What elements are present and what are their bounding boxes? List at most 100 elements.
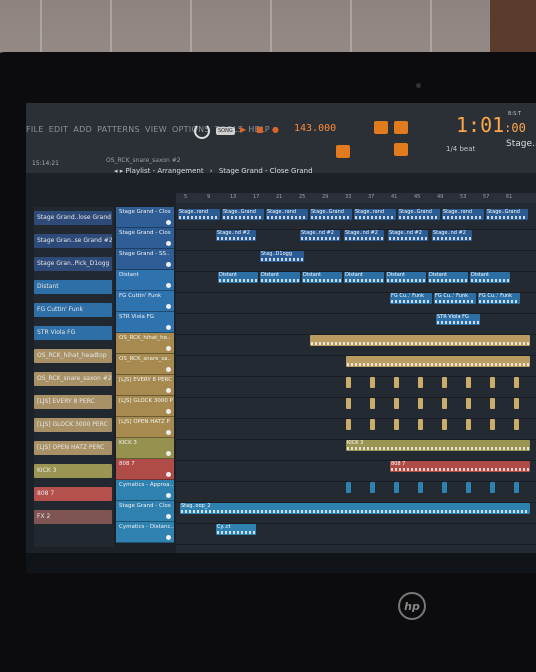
typing-keyboard-icon[interactable] xyxy=(394,121,408,134)
track-mute-icon[interactable] xyxy=(166,409,171,414)
channel-button[interactable]: [LJS] OPEN HATZ PERC xyxy=(34,441,112,455)
track-mute-icon[interactable] xyxy=(166,388,171,393)
track-mute-icon[interactable] xyxy=(166,241,171,246)
pattern-hit[interactable] xyxy=(418,482,423,493)
metronome-icon[interactable] xyxy=(194,123,210,139)
pattern-hit[interactable] xyxy=(346,419,351,430)
channel-button[interactable]: FG Cuttin' Funk xyxy=(34,303,112,317)
tempo-display[interactable]: 143.000 xyxy=(294,123,336,134)
channel-button[interactable]: FX 2 xyxy=(34,510,112,524)
channel-button[interactable]: Stage Grand..lose Grand xyxy=(34,211,112,225)
track-mute-icon[interactable] xyxy=(166,220,171,225)
playlist-clip[interactable]: Distant xyxy=(344,272,384,283)
playlist-clip[interactable]: Distant xyxy=(302,272,342,283)
playlist-clip[interactable]: Stag..oop_2 xyxy=(180,503,530,514)
channel-button[interactable]: [LJS] EVERY 8 PERC xyxy=(34,395,112,409)
timeline-ruler[interactable]: 5 9 13 17 21 25 29 33 37 41 45 49 53 57 61 xyxy=(176,193,536,203)
playlist-arrow-icon[interactable]: ◂ ▸ xyxy=(114,167,123,175)
channel-button[interactable]: OS_RCK_hihat_headtop xyxy=(34,349,112,363)
playlist-clip[interactable]: FG Cu..' Funk xyxy=(390,293,432,304)
pattern-hit[interactable] xyxy=(466,377,471,388)
playlist-clip[interactable]: Distant xyxy=(428,272,468,283)
track-header[interactable]: OS_RCK_hihat_he.. xyxy=(116,333,174,354)
playlist-clip[interactable]: KICK 3 xyxy=(346,440,530,451)
playlist-clip[interactable]: Stag..D1ogg xyxy=(260,251,304,262)
track-header[interactable]: [LJS] OPEN HATZ P xyxy=(116,417,174,438)
track-header[interactable]: FG Cuttin' Funk xyxy=(116,291,174,312)
snap-selector[interactable]: 1/4 beat xyxy=(446,145,475,153)
playlist-clip[interactable] xyxy=(310,335,530,346)
playlist-clip[interactable]: Stage..rand xyxy=(266,209,308,220)
playlist-clip[interactable]: Distant xyxy=(218,272,258,283)
track-mute-icon[interactable] xyxy=(166,535,171,540)
playlist-clip[interactable]: Stage..Grand xyxy=(310,209,352,220)
channel-button[interactable]: Stage Gran..se Grand #2 xyxy=(34,234,112,248)
track-header[interactable]: Stage Grand - Clos xyxy=(116,228,174,249)
pattern-hit[interactable] xyxy=(490,419,495,430)
play-icon[interactable]: ▶ xyxy=(240,125,246,134)
playlist-lane[interactable] xyxy=(176,480,536,503)
playlist-clip[interactable]: Stage..Grand xyxy=(486,209,528,220)
pattern-hit[interactable] xyxy=(514,377,519,388)
track-header[interactable]: Cymatics - Distanc.. xyxy=(116,522,174,543)
playlist-clip[interactable]: Distant xyxy=(470,272,510,283)
playlist-clip[interactable]: Stage..rand xyxy=(178,209,220,220)
track-header[interactable]: STR Viola FG xyxy=(116,312,174,333)
pattern-hit[interactable] xyxy=(514,482,519,493)
record-icon[interactable]: ● xyxy=(272,125,279,134)
track-header[interactable]: [LJS] GLOCK 3000 P xyxy=(116,396,174,417)
playlist-clip[interactable]: Stage..Grand xyxy=(398,209,440,220)
playlist-clip[interactable]: Distant xyxy=(386,272,426,283)
pattern-hit[interactable] xyxy=(466,419,471,430)
track-mute-icon[interactable] xyxy=(166,283,171,288)
pattern-hit[interactable] xyxy=(466,398,471,409)
channel-button[interactable]: Distant xyxy=(34,280,112,294)
pattern-mode-icon[interactable] xyxy=(374,121,388,134)
channel-button[interactable]: OS_RCK_snare_saxon #2 xyxy=(34,372,112,386)
pattern-hit[interactable] xyxy=(442,482,447,493)
song-mode-button[interactable]: SONG xyxy=(216,127,235,135)
playlist-clip[interactable]: FG Cu..' Funk xyxy=(478,293,520,304)
track-header[interactable]: Stage Grand - SS.. xyxy=(116,249,174,270)
track-header[interactable]: Stage Grand - Clos xyxy=(116,501,174,522)
playlist-lane[interactable] xyxy=(176,375,536,398)
pattern-hit[interactable] xyxy=(442,398,447,409)
menu-item-add[interactable]: ADD xyxy=(73,125,92,139)
track-mute-icon[interactable] xyxy=(166,451,171,456)
track-mute-icon[interactable] xyxy=(166,430,171,435)
track-header[interactable]: Distant xyxy=(116,270,174,291)
pattern-hit[interactable] xyxy=(346,377,351,388)
channel-button[interactable]: 808 7 xyxy=(34,487,112,501)
track-header[interactable]: 808 7 xyxy=(116,459,174,480)
track-mute-icon[interactable] xyxy=(166,325,171,330)
step-edit-icon[interactable] xyxy=(336,145,350,158)
track-mute-icon[interactable] xyxy=(166,367,171,372)
playlist-clip[interactable]: Stage..nd #2 xyxy=(388,230,428,241)
pattern-hit[interactable] xyxy=(418,398,423,409)
channel-button[interactable]: STR Viola FG xyxy=(34,326,112,340)
track-header[interactable]: [LJS] EVERY 8 PERC xyxy=(116,375,174,396)
blend-notes-icon[interactable] xyxy=(394,143,408,156)
pattern-hit[interactable] xyxy=(418,377,423,388)
playlist-clip[interactable]: FG Cu..' Funk xyxy=(434,293,476,304)
channel-button[interactable]: KICK 3 xyxy=(34,464,112,478)
playlist-clip[interactable]: 808 7 xyxy=(390,461,530,472)
pattern-hit[interactable] xyxy=(370,419,375,430)
track-mute-icon[interactable] xyxy=(166,262,171,267)
playlist-lane[interactable] xyxy=(176,249,536,272)
track-mute-icon[interactable] xyxy=(166,304,171,309)
playlist-clip[interactable]: Distant xyxy=(260,272,300,283)
track-mute-icon[interactable] xyxy=(166,493,171,498)
pattern-hit[interactable] xyxy=(346,482,351,493)
pattern-hit[interactable] xyxy=(490,377,495,388)
pattern-hit[interactable] xyxy=(514,419,519,430)
menu-item-view[interactable]: VIEW xyxy=(145,125,167,139)
track-header[interactable]: Stage Grand - Clos xyxy=(116,207,174,228)
channel-button[interactable]: [LJS] GLOCK 3000 PERC xyxy=(34,418,112,432)
playlist-clip[interactable]: Stage..nd #2 xyxy=(344,230,384,241)
pattern-hit[interactable] xyxy=(394,482,399,493)
pattern-hit[interactable] xyxy=(442,419,447,430)
pattern-hit[interactable] xyxy=(370,398,375,409)
pattern-hit[interactable] xyxy=(346,398,351,409)
playlist-lane[interactable] xyxy=(176,312,536,335)
